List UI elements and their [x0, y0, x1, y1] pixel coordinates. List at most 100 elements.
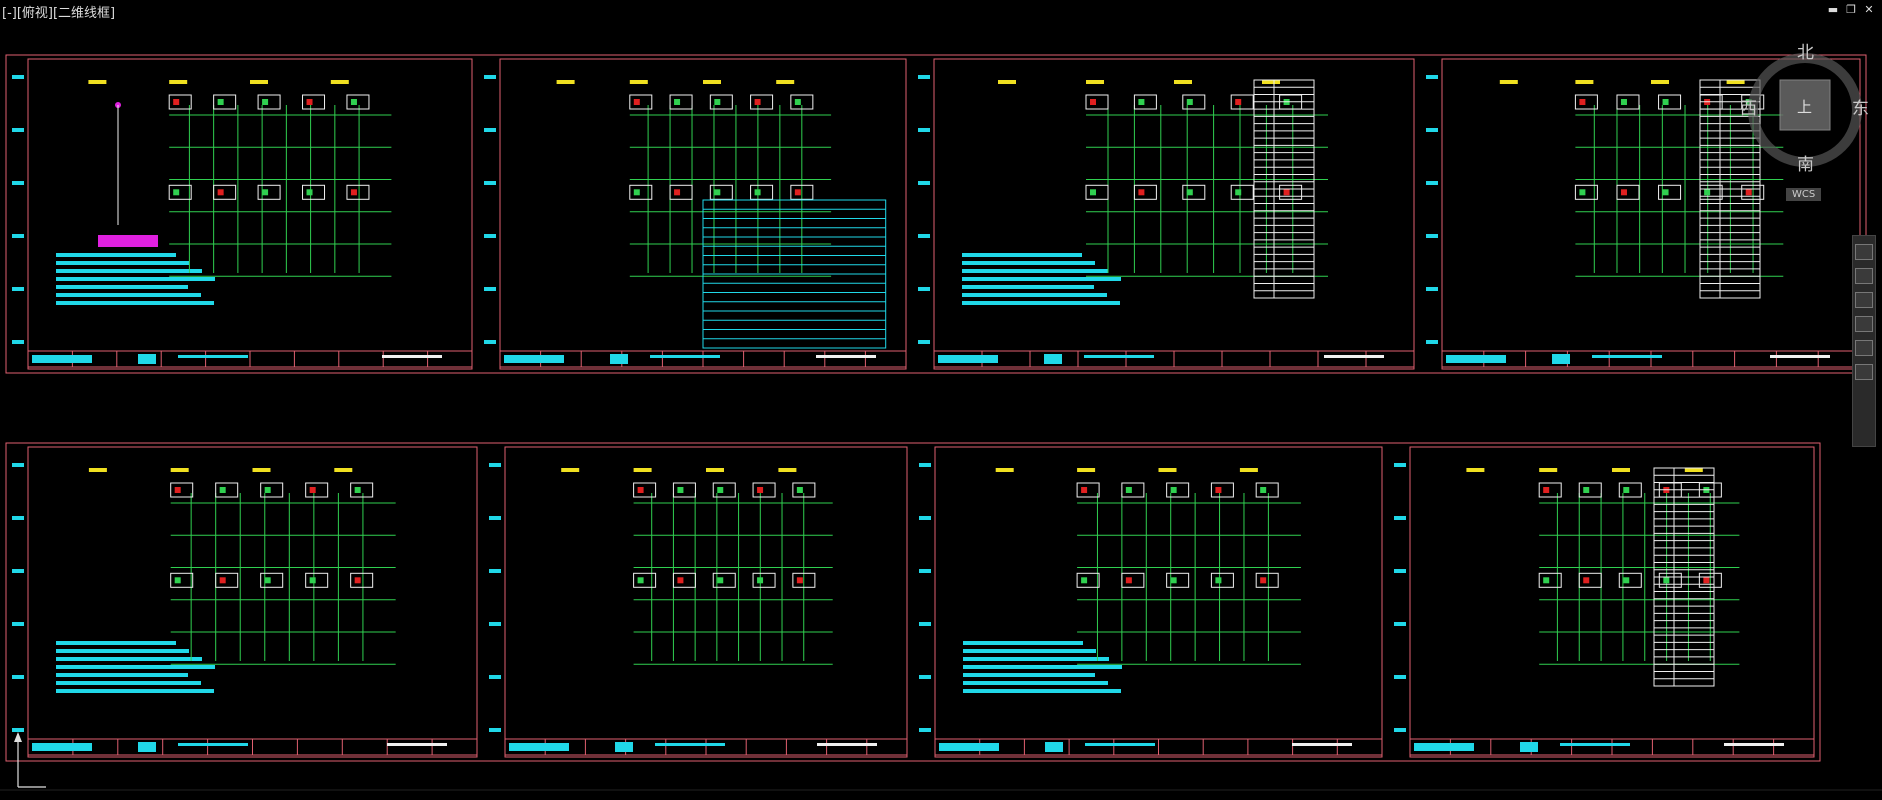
terminal-block: [1210, 482, 1234, 498]
annotation-text: [963, 649, 1096, 653]
margin-marker: [1426, 287, 1438, 291]
drawing-canvas[interactable]: [0, 0, 1882, 800]
label-tag: [776, 80, 795, 84]
viewcube-west[interactable]: 西: [1740, 94, 1757, 119]
label-tag: [1539, 468, 1558, 472]
terminal-indicator: [754, 189, 761, 196]
margin-marker: [918, 128, 930, 132]
margin-marker: [1394, 675, 1406, 679]
label-tag: [169, 80, 188, 84]
title-text: [178, 743, 248, 746]
showmotion-icon[interactable]: [1855, 316, 1873, 332]
terminal-indicator: [674, 189, 681, 196]
terminal-block: [1210, 572, 1234, 588]
margin-marker: [918, 181, 930, 185]
terminal-block: [170, 572, 194, 588]
margin-marker: [1426, 128, 1438, 132]
terminal-indicator: [717, 487, 724, 493]
annotation-text: [56, 285, 188, 289]
sheet-row-frame: [5, 54, 1867, 374]
terminal-indicator: [1623, 487, 1630, 493]
terminal-indicator: [1138, 99, 1145, 105]
margin-marker: [1394, 728, 1406, 732]
annotation-text: [963, 641, 1083, 645]
label-tag: [703, 80, 721, 84]
margin-marker: [1394, 569, 1406, 573]
terminal-indicator: [354, 577, 361, 584]
terminal-indicator: [173, 189, 180, 196]
terminal-indicator: [219, 487, 226, 493]
title-text: [504, 355, 564, 363]
viewcube-wcs[interactable]: WCS: [1786, 188, 1822, 201]
title-text: [1446, 355, 1506, 363]
margin-marker: [489, 569, 501, 573]
title-text: [1592, 355, 1662, 358]
margin-marker: [1426, 181, 1438, 185]
title-text: [650, 355, 720, 358]
terminal-block: [305, 482, 329, 498]
terminal-indicator: [714, 189, 721, 196]
terminal-indicator: [1186, 99, 1193, 105]
title-logo: [610, 354, 628, 364]
annotation-text: [963, 681, 1108, 685]
margin-marker: [12, 516, 24, 520]
terminal-indicator: [174, 487, 181, 493]
label-tag: [1174, 80, 1192, 84]
viewcube-top-face[interactable]: 上: [1797, 96, 1812, 117]
navigation-bar[interactable]: [1852, 235, 1876, 447]
terminal-block: [1182, 94, 1206, 110]
terminal-indicator: [1215, 487, 1222, 493]
title-text: [1084, 355, 1154, 358]
terminal-indicator: [1235, 99, 1242, 105]
orbit-icon[interactable]: [1855, 292, 1873, 308]
title-text: [1085, 743, 1155, 746]
viewcube[interactable]: 北 南 东 西 上 WCS: [1740, 38, 1870, 201]
title-text: [816, 355, 876, 358]
terminal-block: [1076, 572, 1100, 588]
label-tag: [778, 468, 797, 472]
annotation-text: [963, 673, 1095, 677]
annotation-text: [56, 641, 176, 645]
terminal-indicator: [1543, 487, 1550, 493]
margin-marker: [919, 675, 931, 679]
annotation-text: [56, 293, 201, 297]
terminal-indicator: [1704, 189, 1711, 196]
terminal-indicator: [309, 487, 316, 493]
terminal-indicator: [1170, 487, 1177, 493]
terminal-indicator: [1662, 189, 1669, 196]
terminal-block: [350, 572, 374, 588]
terminal-block: [213, 94, 237, 110]
zoom-icon[interactable]: [1855, 268, 1873, 284]
terminal-indicator: [677, 487, 684, 493]
label-tag: [1612, 468, 1630, 472]
terminal-indicator: [1745, 189, 1752, 196]
zoom-extents-icon[interactable]: [1855, 364, 1873, 380]
terminal-indicator: [1170, 577, 1177, 584]
viewcube-east[interactable]: 东: [1852, 94, 1869, 119]
terminal-indicator: [637, 577, 644, 584]
margin-marker: [12, 622, 24, 626]
margin-marker: [1426, 234, 1438, 238]
annotation-text: [56, 649, 189, 653]
margin-marker: [1426, 75, 1438, 79]
margin-marker: [1394, 463, 1406, 467]
terminal-indicator: [264, 487, 271, 493]
viewcube-south[interactable]: 南: [1797, 150, 1814, 175]
margin-marker: [484, 75, 496, 79]
label-tag: [1499, 80, 1518, 84]
margin-marker: [918, 75, 930, 79]
pan-icon[interactable]: [1855, 244, 1873, 260]
label-tag: [1684, 468, 1703, 472]
label-tag: [1575, 80, 1594, 84]
steering-wheel-icon[interactable]: [1855, 340, 1873, 356]
label-tag: [1651, 80, 1669, 84]
margin-marker: [484, 128, 496, 132]
margin-marker: [12, 287, 24, 291]
terminal-block: [1166, 572, 1190, 588]
terminal-indicator: [306, 99, 313, 105]
annotation-text: [963, 689, 1121, 693]
viewcube-north[interactable]: 北: [1797, 38, 1814, 63]
label-tag: [706, 468, 724, 472]
terminal-indicator: [674, 99, 681, 105]
margin-marker: [484, 234, 496, 238]
